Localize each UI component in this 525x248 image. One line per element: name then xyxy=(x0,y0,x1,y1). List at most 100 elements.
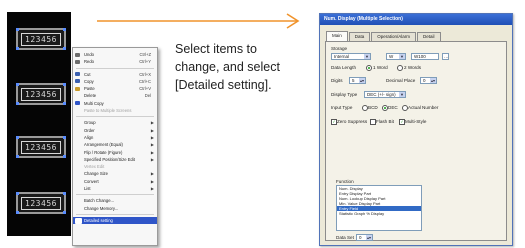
selection-handle[interactable] xyxy=(63,83,66,86)
digits-spinner[interactable]: 5 ▴▾ xyxy=(349,77,366,84)
selection-handle[interactable] xyxy=(16,136,19,139)
tab-detail[interactable]: Detail xyxy=(417,32,441,41)
data-length-label: Data Length xyxy=(331,65,357,70)
menu-item-flip-rotate-figure[interactable]: Flip / Rotate (Figure) ▶ xyxy=(73,149,157,156)
function-listbox[interactable]: Num. Display Entry Display Part Num. Looku… xyxy=(336,185,422,231)
multi-style-label: Multi-Style xyxy=(405,119,427,124)
display-type-label: Display Type xyxy=(331,92,358,97)
selection-handle[interactable] xyxy=(63,211,66,214)
menu-item-label: Redo xyxy=(84,59,95,65)
selection-handle[interactable] xyxy=(16,28,19,31)
menu-item-specified-position-size-edit[interactable]: Specified Position/Size Edit ▶ xyxy=(73,156,157,163)
selection-handle[interactable] xyxy=(63,136,66,139)
selection-handle[interactable] xyxy=(16,155,19,158)
menu-item-change-size[interactable]: Change Size ▶ xyxy=(73,170,157,177)
menu-item-align[interactable]: Align ▶ xyxy=(73,134,157,141)
menu-item-order[interactable]: Order ▶ xyxy=(73,127,157,134)
selection-handle[interactable] xyxy=(16,47,19,50)
chevron-right-icon: ▶ xyxy=(150,171,154,177)
function-label: Function xyxy=(336,179,354,184)
numeric-display-value: 123456 xyxy=(21,140,61,154)
decimal-place-label: Decimal Place xyxy=(386,78,416,83)
menu-item-shortcut: Ctrl+Z xyxy=(139,52,151,57)
storage-type-value: Internal xyxy=(334,54,350,59)
numeric-display-value: 123456 xyxy=(21,196,61,210)
input-bcd-label: BCD xyxy=(368,105,378,110)
chevron-down-icon: ▼ xyxy=(399,54,405,59)
menu-item-redo[interactable]: Redo Ctrl+Y xyxy=(73,58,157,65)
menu-item-label: List xyxy=(84,186,91,192)
selection-handle[interactable] xyxy=(63,192,66,195)
menu-item-label: Cut xyxy=(84,71,91,77)
display-type-select[interactable]: DEC (+/- sign) ▼ xyxy=(364,91,406,98)
digits-value: 5 xyxy=(352,78,355,83)
input-actual-label: Actual Number xyxy=(408,105,439,110)
chevron-down-icon: ▼ xyxy=(399,92,405,97)
menu-item-convert[interactable]: Convert ▶ xyxy=(73,178,157,185)
menu-item-label: Change Size xyxy=(84,171,108,177)
menu-item-group[interactable]: Group ▶ xyxy=(73,119,157,126)
menu-item-arrangement-equal[interactable]: Arrangement (Equal) ▶ xyxy=(73,141,157,148)
numeric-display-value: 123456 xyxy=(21,87,61,101)
data-set-label: Data Set xyxy=(336,235,354,240)
selection-handle[interactable] xyxy=(16,102,19,105)
selection-handle[interactable] xyxy=(63,102,66,105)
numeric-display-value: 123456 xyxy=(21,32,61,46)
menu-item-list[interactable]: List ▶ xyxy=(73,185,157,192)
numeric-display-part[interactable]: 123456 xyxy=(16,192,66,214)
selection-handle[interactable] xyxy=(63,155,66,158)
menu-item-shortcut: Del xyxy=(144,93,151,99)
menu-item-delete[interactable]: Delete Del xyxy=(73,92,157,99)
storage-unit-value: W xyxy=(389,54,394,59)
selection-handle[interactable] xyxy=(16,211,19,214)
menu-item-cut[interactable]: Cut Ctrl+X xyxy=(73,71,157,78)
menu-item-detailed-setting[interactable]: Detailed setting xyxy=(73,216,157,225)
chevron-down-icon: ▼ xyxy=(364,54,370,59)
chevron-right-icon: ▶ xyxy=(150,156,154,162)
menu-item-multi-copy[interactable]: Multi Copy xyxy=(73,100,157,107)
menu-item-label: Flip / Rotate (Figure) xyxy=(84,149,123,155)
screen-editor-canvas[interactable]: 123456 123456 123456 123456 xyxy=(7,12,71,236)
menu-separator xyxy=(76,213,154,215)
numeric-display-part[interactable]: 123456 xyxy=(16,83,66,105)
selection-handle[interactable] xyxy=(63,28,66,31)
digits-label: Digits xyxy=(331,78,343,83)
function-list-item[interactable]: Statistic Graph % Display xyxy=(337,211,421,216)
data-length-1word-radio[interactable] xyxy=(366,65,372,71)
decimal-place-spinner[interactable]: 0 ▴▾ xyxy=(420,77,437,84)
caption-line: [Detailed setting]. xyxy=(175,78,272,92)
menu-item-paste-to-multiple-screens: Paste to Multiple Screens xyxy=(73,107,157,114)
selection-handle[interactable] xyxy=(16,192,19,195)
arrow-right-icon xyxy=(97,13,300,29)
caption-line: Select items to xyxy=(175,42,257,56)
data-set-spinner[interactable]: 0 ▴▾ xyxy=(356,234,373,241)
storage-unit-select[interactable]: W ▼ xyxy=(386,53,406,60)
menu-item-label: Delete xyxy=(84,93,97,99)
numeric-display-part[interactable]: 123456 xyxy=(16,28,66,50)
selection-handle[interactable] xyxy=(16,83,19,86)
menu-item-label: Group xyxy=(84,120,96,126)
storage-type-select[interactable]: Internal ▼ xyxy=(331,53,371,60)
chevron-right-icon: ▶ xyxy=(150,127,154,133)
storage-address-input[interactable]: W100 xyxy=(411,53,439,60)
menu-item-copy[interactable]: Copy Ctrl+C xyxy=(73,78,157,85)
menu-item-paste[interactable]: Paste Ctrl+V xyxy=(73,85,157,92)
selection-handle[interactable] xyxy=(63,47,66,50)
data-length-2words-radio[interactable] xyxy=(397,65,403,71)
tab-main[interactable]: Main xyxy=(326,31,348,41)
spinner-arrows-icon: ▴▾ xyxy=(430,78,436,83)
menu-item-label: Multi Copy xyxy=(84,100,104,106)
input-type-label: Input Type xyxy=(331,105,353,110)
dialog-tabs: Main Data Operation/Alarm Detail xyxy=(326,31,442,41)
numeric-display-part[interactable]: 123456 xyxy=(16,136,66,158)
tab-operation-alarm[interactable]: Operation/Alarm xyxy=(371,32,417,41)
menu-item-label: Batch Change... xyxy=(84,198,115,204)
tab-panel-main: Storage Internal ▼ W ▼ W100 … Data Lengt… xyxy=(325,41,507,241)
address-browse-button[interactable]: … xyxy=(442,53,449,60)
menu-item-change-memory[interactable]: Change Memory... xyxy=(73,205,157,212)
tab-data[interactable]: Data xyxy=(348,32,371,41)
menu-item-undo[interactable]: Undo Ctrl+Z xyxy=(73,51,157,58)
menu-item-label: Copy xyxy=(84,78,94,84)
menu-item-batch-change[interactable]: Batch Change... xyxy=(73,197,157,204)
paste-icon xyxy=(75,86,80,91)
